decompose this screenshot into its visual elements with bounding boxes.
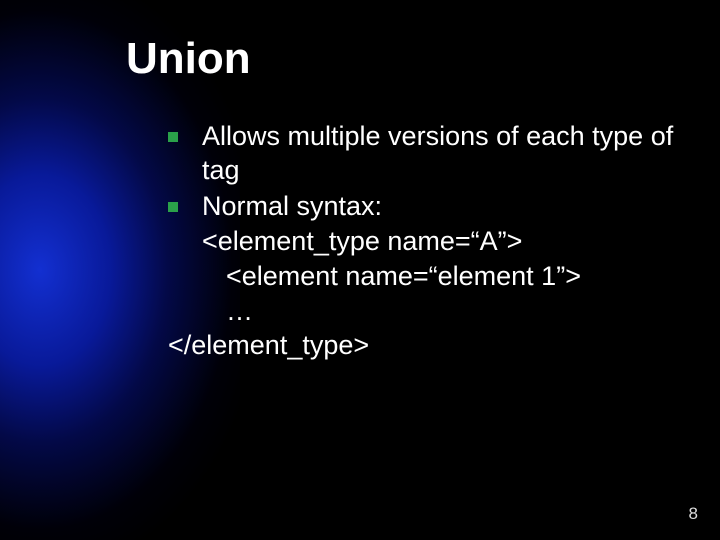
slide: Union Allows multiple versions of each t… [0,0,720,540]
code-line: <element_type name=“A”> [202,225,678,259]
bullet-item: Normal syntax: [168,190,678,224]
bullet-text: Allows multiple versions of each type of… [202,120,678,188]
slide-body: Allows multiple versions of each type of… [168,120,678,362]
bullet-text: Normal syntax: [202,190,678,224]
bullet-icon [168,202,178,212]
code-line: <element name=“element 1”> [226,260,678,294]
bullet-icon [168,132,178,142]
code-line: … [226,295,678,329]
bullet-item: Allows multiple versions of each type of… [168,120,678,188]
slide-title: Union [126,34,251,84]
page-number: 8 [689,504,698,524]
code-line-closing: </element_type> [168,329,678,363]
